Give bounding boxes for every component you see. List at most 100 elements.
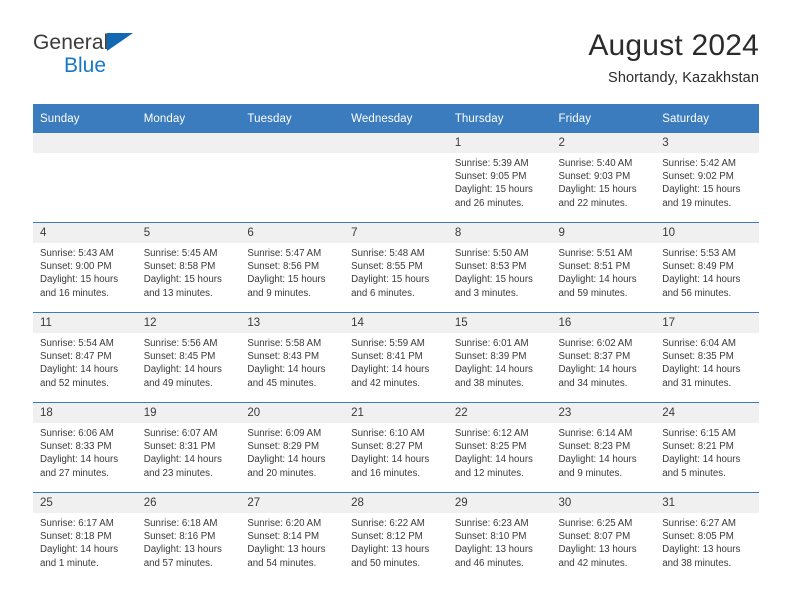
calendar-day-cell[interactable]: 13 Sunrise: 5:58 AM Sunset: 8:43 PM Dayligh… <box>240 312 345 403</box>
calendar-day-cell[interactable]: 20 Sunrise: 6:09 AM Sunset: 8:29 PM Dayligh… <box>240 402 345 493</box>
calendar-day-cell[interactable]: 19 Sunrise: 6:07 AM Sunset: 8:31 PM Dayligh… <box>136 402 241 493</box>
calendar-day-cell[interactable]: 3 Sunrise: 5:42 AM Sunset: 9:02 PM Daylight… <box>655 133 759 223</box>
daylight-duration-line1: Daylight: 13 hours <box>454 544 533 556</box>
calendar-day-cell[interactable]: 24 Sunrise: 6:15 AM Sunset: 8:21 PM Dayligh… <box>655 402 759 493</box>
calendar-day-cell[interactable]: 22 Sunrise: 6:12 AM Sunset: 8:25 PM Dayligh… <box>447 402 552 493</box>
calendar-day-cell[interactable]: 16 Sunrise: 6:02 AM Sunset: 8:37 PM Dayligh… <box>551 312 656 403</box>
sunrise-time: Sunrise: 5:59 AM <box>351 338 425 349</box>
weekday-header-tuesday: Tuesday <box>240 104 345 133</box>
day-sun-info: Sunrise: 5:47 AM Sunset: 8:56 PM Daylight:… <box>240 243 344 300</box>
daylight-duration-line2: and 31 minutes. <box>662 377 732 389</box>
day-number: 17 <box>655 313 759 333</box>
day-sun-info: Sunrise: 5:54 AM Sunset: 8:47 PM Daylight:… <box>33 333 137 390</box>
calendar-day-cell[interactable]: 7 Sunrise: 5:48 AM Sunset: 8:55 PM Daylight… <box>344 222 448 313</box>
day-number: 1 <box>447 133 552 153</box>
day-number: 10 <box>655 223 759 243</box>
day-sun-info: Sunrise: 6:25 AM Sunset: 8:07 PM Daylight:… <box>552 513 656 570</box>
daylight-duration-line1: Daylight: 14 hours <box>662 454 741 466</box>
daylight-duration-line1: Daylight: 14 hours <box>40 544 119 556</box>
daylight-duration-line2: and 22 minutes. <box>558 197 628 209</box>
daylight-duration-line1: Daylight: 15 hours <box>454 274 533 286</box>
daylight-duration-line2: and 49 minutes. <box>143 377 213 389</box>
calendar-day-cell[interactable]: 11 Sunrise: 5:54 AM Sunset: 8:47 PM Dayligh… <box>33 312 137 403</box>
day-number: 5 <box>136 223 241 243</box>
day-number <box>136 133 241 153</box>
sunset-time: Sunset: 8:05 PM <box>662 531 734 543</box>
sunrise-time: Sunrise: 5:43 AM <box>40 248 114 259</box>
brand-name-general: General <box>33 31 109 54</box>
day-sun-info: Sunrise: 5:48 AM Sunset: 8:55 PM Daylight:… <box>344 243 448 300</box>
sunset-time: Sunset: 8:51 PM <box>558 261 631 273</box>
day-sun-info: Sunrise: 6:27 AM Sunset: 8:05 PM Daylight:… <box>655 513 759 570</box>
calendar-day-cell[interactable]: 30 Sunrise: 6:25 AM Sunset: 8:07 PM Dayligh… <box>551 492 656 582</box>
sunrise-time: Sunrise: 5:45 AM <box>143 248 218 259</box>
calendar-day-cell[interactable]: 8 Sunrise: 5:50 AM Sunset: 8:53 PM Daylight… <box>447 222 552 313</box>
page-subtitle-location: Shortandy, Kazakhstan <box>608 70 759 86</box>
sunrise-time: Sunrise: 5:53 AM <box>662 248 736 259</box>
calendar-day-cell[interactable]: 26 Sunrise: 6:18 AM Sunset: 8:16 PM Dayligh… <box>136 492 241 582</box>
day-sun-info: Sunrise: 5:42 AM Sunset: 9:02 PM Daylight:… <box>655 153 759 210</box>
calendar-day-cell[interactable]: 31 Sunrise: 6:27 AM Sunset: 8:05 PM Dayligh… <box>655 492 759 582</box>
sunset-time: Sunset: 8:39 PM <box>454 351 527 363</box>
daylight-duration-line2: and 54 minutes. <box>247 557 317 569</box>
day-number: 8 <box>447 223 552 243</box>
sunrise-time: Sunrise: 6:17 AM <box>40 518 114 529</box>
sunrise-time: Sunrise: 6:06 AM <box>40 428 114 439</box>
calendar-day-cell[interactable]: 4 Sunrise: 5:43 AM Sunset: 9:00 PM Daylight… <box>33 222 137 313</box>
sunrise-time: Sunrise: 5:58 AM <box>247 338 322 349</box>
calendar-day-cell[interactable]: 18 Sunrise: 6:06 AM Sunset: 8:33 PM Dayligh… <box>33 402 137 493</box>
calendar-day-cell[interactable]: 23 Sunrise: 6:14 AM Sunset: 8:23 PM Dayligh… <box>551 402 656 493</box>
sunset-time: Sunset: 8:33 PM <box>40 441 112 453</box>
calendar-day-cell[interactable]: 1 Sunrise: 5:39 AM Sunset: 9:05 PM Daylight… <box>447 133 552 223</box>
calendar-day-cell[interactable]: 14 Sunrise: 5:59 AM Sunset: 8:41 PM Dayligh… <box>344 312 448 403</box>
daylight-duration-line2: and 9 minutes. <box>247 287 311 299</box>
day-sun-info: Sunrise: 6:20 AM Sunset: 8:14 PM Daylight:… <box>240 513 344 570</box>
calendar-day-cell[interactable]: 15 Sunrise: 6:01 AM Sunset: 8:39 PM Dayligh… <box>447 312 552 403</box>
calendar-day-cell[interactable]: 2 Sunrise: 5:40 AM Sunset: 9:03 PM Daylight… <box>551 133 656 223</box>
daylight-duration-line1: Daylight: 15 hours <box>662 184 741 196</box>
calendar-day-cell[interactable]: 12 Sunrise: 5:56 AM Sunset: 8:45 PM Dayligh… <box>136 312 241 403</box>
calendar-day-cell[interactable]: 5 Sunrise: 5:45 AM Sunset: 8:58 PM Daylight… <box>136 222 241 313</box>
day-number: 3 <box>655 133 759 153</box>
day-sun-info: Sunrise: 6:01 AM Sunset: 8:39 PM Daylight:… <box>448 333 552 390</box>
sunset-time: Sunset: 9:05 PM <box>454 171 527 183</box>
day-number: 22 <box>447 403 552 423</box>
daylight-duration-line2: and 38 minutes. <box>662 557 732 569</box>
daylight-duration-line1: Daylight: 14 hours <box>558 274 637 286</box>
day-sun-info: Sunrise: 6:02 AM Sunset: 8:37 PM Daylight:… <box>552 333 656 390</box>
calendar-day-cell[interactable]: 6 Sunrise: 5:47 AM Sunset: 8:56 PM Daylight… <box>240 222 345 313</box>
sunrise-sunset-calendar-table: Sunday Monday Tuesday Wednesday Thursday… <box>33 104 759 582</box>
sunset-time: Sunset: 8:27 PM <box>351 441 423 453</box>
sunset-time: Sunset: 8:23 PM <box>558 441 631 453</box>
sunrise-time: Sunrise: 5:47 AM <box>247 248 322 259</box>
day-number: 29 <box>447 493 552 513</box>
day-number: 11 <box>33 313 137 333</box>
calendar-day-cell[interactable]: 21 Sunrise: 6:10 AM Sunset: 8:27 PM Dayligh… <box>344 402 448 493</box>
sunrise-time: Sunrise: 6:10 AM <box>351 428 425 439</box>
sunset-time: Sunset: 8:45 PM <box>143 351 216 363</box>
calendar-day-cell[interactable]: 9 Sunrise: 5:51 AM Sunset: 8:51 PM Daylight… <box>551 222 656 313</box>
calendar-day-cell[interactable]: 17 Sunrise: 6:04 AM Sunset: 8:35 PM Dayligh… <box>655 312 759 403</box>
day-number: 9 <box>551 223 656 243</box>
calendar-day-cell[interactable]: 25 Sunrise: 6:17 AM Sunset: 8:18 PM Dayligh… <box>33 492 137 582</box>
calendar-day-cell[interactable]: 28 Sunrise: 6:22 AM Sunset: 8:12 PM Dayligh… <box>344 492 448 582</box>
day-number: 28 <box>344 493 448 513</box>
daylight-duration-line1: Daylight: 14 hours <box>662 274 741 286</box>
daylight-duration-line1: Daylight: 14 hours <box>40 364 119 376</box>
day-number: 13 <box>240 313 345 333</box>
page-title: August 2024 <box>588 29 759 62</box>
calendar-day-cell[interactable]: 29 Sunrise: 6:23 AM Sunset: 8:10 PM Dayligh… <box>447 492 552 582</box>
sunset-time: Sunset: 8:43 PM <box>247 351 320 363</box>
daylight-duration-line2: and 3 minutes. <box>454 287 519 299</box>
sunset-time: Sunset: 8:37 PM <box>558 351 631 363</box>
daylight-duration-line2: and 16 minutes. <box>351 467 421 479</box>
day-sun-info: Sunrise: 5:45 AM Sunset: 8:58 PM Daylight:… <box>137 243 241 300</box>
title-block: August 2024 Shortandy, Kazakhstan <box>588 28 759 88</box>
sunset-time: Sunset: 9:00 PM <box>40 261 112 273</box>
day-number: 4 <box>33 223 137 243</box>
daylight-duration-line2: and 12 minutes. <box>454 467 524 479</box>
calendar-day-cell[interactable]: 10 Sunrise: 5:53 AM Sunset: 8:49 PM Dayligh… <box>655 222 759 313</box>
calendar-day-cell[interactable]: 27 Sunrise: 6:20 AM Sunset: 8:14 PM Dayligh… <box>240 492 345 582</box>
daylight-duration-line2: and 20 minutes. <box>247 467 317 479</box>
daylight-duration-line2: and 45 minutes. <box>247 377 317 389</box>
